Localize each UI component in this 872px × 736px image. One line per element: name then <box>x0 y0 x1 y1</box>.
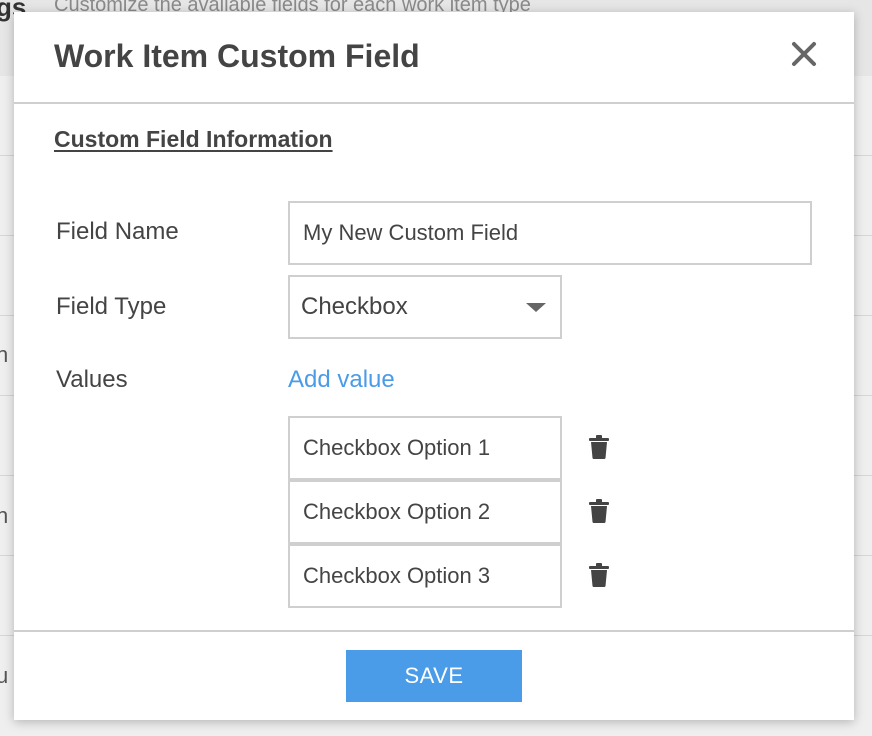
values-label: Values <box>56 366 128 393</box>
background-row-fragment: n <box>0 503 9 528</box>
background-row-fragment: u <box>0 663 9 688</box>
field-type-select[interactable]: Checkbox <box>288 275 562 339</box>
modal-header: Work Item Custom Field <box>14 12 854 104</box>
background-row-fragment: n <box>0 342 9 367</box>
value-option-input[interactable]: Checkbox Option 3 <box>288 544 562 608</box>
close-button[interactable] <box>788 38 820 70</box>
field-name-input[interactable]: My New Custom Field <box>288 201 812 265</box>
modal-title: Work Item Custom Field <box>54 38 420 74</box>
save-button[interactable]: SAVE <box>346 650 522 702</box>
footer-divider <box>14 630 854 632</box>
field-type-label: Field Type <box>56 293 167 320</box>
field-name-label: Field Name <box>56 218 179 245</box>
custom-field-modal: Work Item Custom Field Custom Field Info… <box>14 12 854 720</box>
add-value-link[interactable]: Add value <box>288 366 395 394</box>
value-option-input[interactable]: Checkbox Option 1 <box>288 416 562 480</box>
trash-icon[interactable] <box>588 434 610 460</box>
trash-icon[interactable] <box>588 498 610 524</box>
value-option-input[interactable]: Checkbox Option 2 <box>288 480 562 544</box>
field-type-selected-value: Checkbox <box>301 293 408 320</box>
chevron-down-icon <box>526 303 546 312</box>
section-title: Custom Field Information <box>54 126 333 152</box>
trash-icon[interactable] <box>588 562 610 588</box>
close-x-icon <box>792 42 816 66</box>
